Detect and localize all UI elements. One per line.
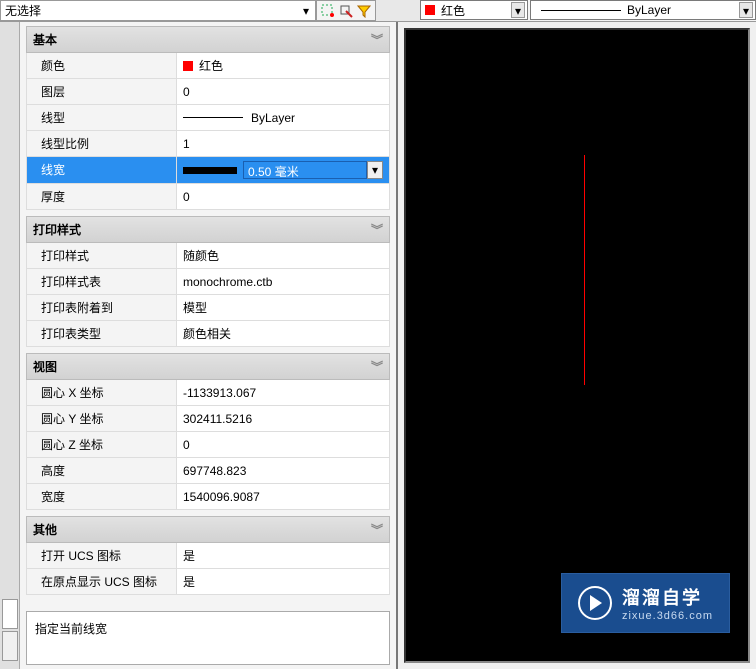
prop-value[interactable]: monochrome.ctb (177, 269, 389, 294)
lineweight-input[interactable]: 0.50 毫米 (243, 161, 367, 179)
drawing-canvas[interactable]: 溜溜自学 zixue.3d66.com (404, 28, 750, 663)
linetype-dropdown[interactable]: ByLayer ▾ (530, 0, 756, 20)
body-area: 基本 ︾ 颜色 红色 图层 0 线型 ByLayer 线型比例 1 线宽 (0, 22, 756, 669)
linetype-sample: ByLayer (535, 3, 755, 17)
top-icons (316, 0, 376, 21)
prop-value[interactable]: 1540096.9087 (177, 484, 389, 509)
color-swatch (183, 61, 193, 71)
linetype-label: ByLayer (627, 3, 671, 17)
prop-row-linetype[interactable]: 线型 ByLayer (26, 105, 390, 131)
dropdown-arrow-icon[interactable]: ▾ (739, 2, 753, 18)
group-view: 视图 ︾ 圆心 X 坐标 -1133913.067 圆心 Y 坐标 302411… (26, 353, 390, 510)
prop-value[interactable]: 是 (177, 543, 389, 568)
tooltip-box: 指定当前线宽 (26, 611, 390, 665)
properties-panel: 基本 ︾ 颜色 红色 图层 0 线型 ByLayer 线型比例 1 线宽 (20, 22, 398, 669)
chevron-down-icon: ︾ (371, 31, 383, 48)
prop-value[interactable]: 302411.5216 (177, 406, 389, 431)
prop-value[interactable]: ByLayer (177, 105, 389, 130)
prop-row-ucsorigin[interactable]: 在原点显示 UCS 图标 是 (26, 569, 390, 595)
prop-value[interactable]: 0.50 毫米 ▾ (177, 157, 389, 183)
prop-row-cz[interactable]: 圆心 Z 坐标 0 (26, 432, 390, 458)
group-header-view[interactable]: 视图 ︾ (26, 353, 390, 380)
chevron-down-icon: ︾ (371, 358, 383, 375)
prop-value[interactable]: 红色 (177, 53, 389, 78)
pick-add-icon[interactable] (338, 3, 354, 19)
lineweight-sample (183, 167, 237, 174)
group-plot: 打印样式 ︾ 打印样式 随颜色 打印样式表 monochrome.ctb 打印表… (26, 216, 390, 347)
prop-value[interactable]: 697748.823 (177, 458, 389, 483)
prop-row-cx[interactable]: 圆心 X 坐标 -1133913.067 (26, 380, 390, 406)
prop-label: 打印表类型 (27, 321, 177, 346)
drawn-line (584, 155, 585, 385)
group-header-basic[interactable]: 基本 ︾ (26, 26, 390, 53)
watermark-sub: zixue.3d66.com (622, 610, 713, 622)
prop-value[interactable]: 0 (177, 184, 389, 209)
watermark: 溜溜自学 zixue.3d66.com (561, 573, 730, 633)
group-other: 其他 ︾ 打开 UCS 图标 是 在原点显示 UCS 图标 是 (26, 516, 390, 595)
prop-value[interactable]: 随颜色 (177, 243, 389, 268)
dropdown-arrow-icon[interactable]: ▾ (367, 161, 383, 179)
group-header-plot[interactable]: 打印样式 ︾ (26, 216, 390, 243)
vtab-2[interactable] (2, 631, 18, 661)
selection-dropdown[interactable]: 无选择 ▾ (0, 0, 316, 21)
prop-value[interactable]: 1 (177, 131, 389, 156)
prop-label: 打印样式表 (27, 269, 177, 294)
prop-row-cy[interactable]: 圆心 Y 坐标 302411.5216 (26, 406, 390, 432)
prop-label: 高度 (27, 458, 177, 483)
prop-value[interactable]: 0 (177, 79, 389, 104)
prop-row-plotattached[interactable]: 打印表附着到 模型 (26, 295, 390, 321)
prop-label: 线宽 (27, 157, 177, 183)
prop-label: 厚度 (27, 184, 177, 209)
prop-row-plotstyle[interactable]: 打印样式 随颜色 (26, 243, 390, 269)
prop-value[interactable]: 模型 (177, 295, 389, 320)
dropdown-arrow-icon[interactable]: ▾ (511, 2, 525, 18)
play-icon (578, 586, 612, 620)
prop-row-height[interactable]: 高度 697748.823 (26, 458, 390, 484)
color-swatch (425, 5, 435, 15)
prop-value[interactable]: 颜色相关 (177, 321, 389, 346)
selection-label: 无选择 (5, 2, 41, 19)
prop-row-ucsicon[interactable]: 打开 UCS 图标 是 (26, 543, 390, 569)
prop-label: 在原点显示 UCS 图标 (27, 569, 177, 594)
prop-row-ltscale[interactable]: 线型比例 1 (26, 131, 390, 157)
prop-label: 打印样式 (27, 243, 177, 268)
canvas-area: 溜溜自学 zixue.3d66.com (398, 22, 756, 669)
prop-row-color[interactable]: 颜色 红色 (26, 53, 390, 79)
tooltip-text: 指定当前线宽 (35, 622, 107, 636)
linetype-line-sample (183, 117, 243, 118)
group-basic: 基本 ︾ 颜色 红色 图层 0 线型 ByLayer 线型比例 1 线宽 (26, 26, 390, 210)
top-right-toolbar: 红色 ▾ ByLayer ▾ (420, 0, 756, 22)
chevron-down-icon: ︾ (371, 521, 383, 538)
filter-icon[interactable] (356, 3, 372, 19)
color-label: 红色 (441, 2, 465, 19)
prop-row-thickness[interactable]: 厚度 0 (26, 184, 390, 210)
chevron-down-icon: ︾ (371, 221, 383, 238)
prop-label: 线型比例 (27, 131, 177, 156)
sidebar (0, 22, 20, 669)
prop-label: 圆心 Y 坐标 (27, 406, 177, 431)
prop-row-layer[interactable]: 图层 0 (26, 79, 390, 105)
prop-value[interactable]: -1133913.067 (177, 380, 389, 405)
prop-label: 颜色 (27, 53, 177, 78)
prop-value[interactable]: 是 (177, 569, 389, 594)
prop-label: 圆心 Z 坐标 (27, 432, 177, 457)
prop-row-plottable[interactable]: 打印样式表 monochrome.ctb (26, 269, 390, 295)
quick-select-icon[interactable] (320, 3, 336, 19)
watermark-title: 溜溜自学 (622, 584, 713, 610)
prop-label: 圆心 X 坐标 (27, 380, 177, 405)
vtab-1[interactable] (2, 599, 18, 629)
prop-label: 线型 (27, 105, 177, 130)
prop-row-plottabletype[interactable]: 打印表类型 颜色相关 (26, 321, 390, 347)
dropdown-arrow-icon[interactable]: ▾ (299, 4, 313, 18)
prop-label: 图层 (27, 79, 177, 104)
prop-label: 打开 UCS 图标 (27, 543, 177, 568)
prop-label: 宽度 (27, 484, 177, 509)
prop-value[interactable]: 0 (177, 432, 389, 457)
prop-label: 打印表附着到 (27, 295, 177, 320)
group-header-other[interactable]: 其他 ︾ (26, 516, 390, 543)
prop-row-lineweight[interactable]: 线宽 0.50 毫米 ▾ (26, 157, 390, 184)
prop-row-width[interactable]: 宽度 1540096.9087 (26, 484, 390, 510)
color-dropdown[interactable]: 红色 ▾ (420, 0, 528, 20)
